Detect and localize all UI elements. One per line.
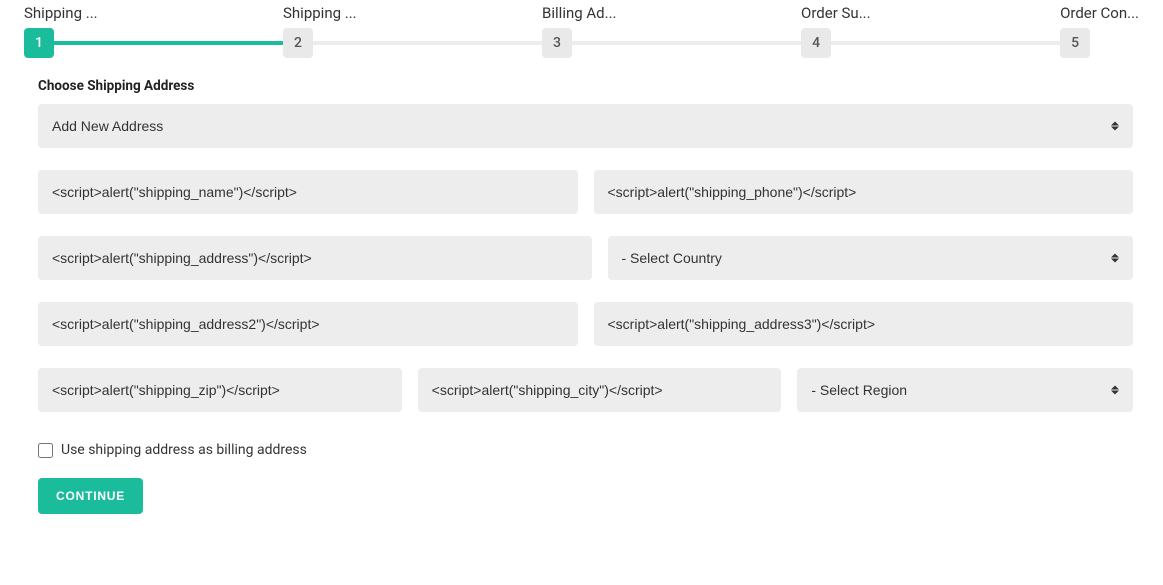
shipping-zip-input[interactable] bbox=[38, 368, 402, 412]
checkout-stepper: Shipping ... 1 Shipping ... 2 Billing Ad… bbox=[0, 0, 1163, 58]
step-number-box[interactable]: 5 bbox=[1060, 28, 1090, 58]
step-1: Shipping ... 1 bbox=[24, 4, 283, 58]
shipping-phone-input[interactable] bbox=[594, 170, 1134, 214]
section-title: Choose Shipping Address bbox=[38, 78, 1133, 94]
step-5: Order Con... 5 bbox=[1060, 4, 1139, 58]
step-label: Shipping ... bbox=[24, 4, 116, 22]
checkbox-label[interactable]: Use shipping address as billing address bbox=[61, 442, 307, 458]
step-3: Billing Ad... 3 bbox=[542, 4, 801, 58]
step-connector bbox=[831, 41, 1060, 45]
step-label: Billing Ad... bbox=[542, 4, 634, 22]
step-label: Order Con... bbox=[1060, 4, 1139, 22]
step-label: Shipping ... bbox=[283, 4, 375, 22]
address-select[interactable]: Add New Address bbox=[38, 104, 1133, 148]
shipping-address3-input[interactable] bbox=[594, 302, 1134, 346]
region-select-wrapper: - Select Region bbox=[797, 368, 1133, 412]
shipping-city-input[interactable] bbox=[418, 368, 782, 412]
shipping-address-input[interactable] bbox=[38, 236, 592, 280]
country-select[interactable]: - Select Country bbox=[608, 236, 1134, 280]
step-label: Order Su... bbox=[801, 4, 893, 22]
use-shipping-as-billing-checkbox[interactable] bbox=[38, 443, 53, 458]
step-number-box[interactable]: 4 bbox=[801, 28, 831, 58]
step-number-box[interactable]: 3 bbox=[542, 28, 572, 58]
shipping-address-form: Choose Shipping Address Add New Address … bbox=[0, 58, 1163, 534]
step-connector bbox=[572, 41, 801, 45]
step-4: Order Su... 4 bbox=[801, 4, 1060, 58]
step-connector bbox=[54, 41, 283, 45]
step-number-box[interactable]: 2 bbox=[283, 28, 313, 58]
country-select-wrapper: - Select Country bbox=[608, 236, 1134, 280]
continue-button[interactable]: CONTINUE bbox=[38, 478, 143, 514]
step-number-box[interactable]: 1 bbox=[24, 28, 54, 58]
address-select-wrapper: Add New Address bbox=[38, 104, 1133, 148]
shipping-address2-input[interactable] bbox=[38, 302, 578, 346]
region-select[interactable]: - Select Region bbox=[797, 368, 1133, 412]
step-connector bbox=[313, 41, 542, 45]
shipping-name-input[interactable] bbox=[38, 170, 578, 214]
step-2: Shipping ... 2 bbox=[283, 4, 542, 58]
